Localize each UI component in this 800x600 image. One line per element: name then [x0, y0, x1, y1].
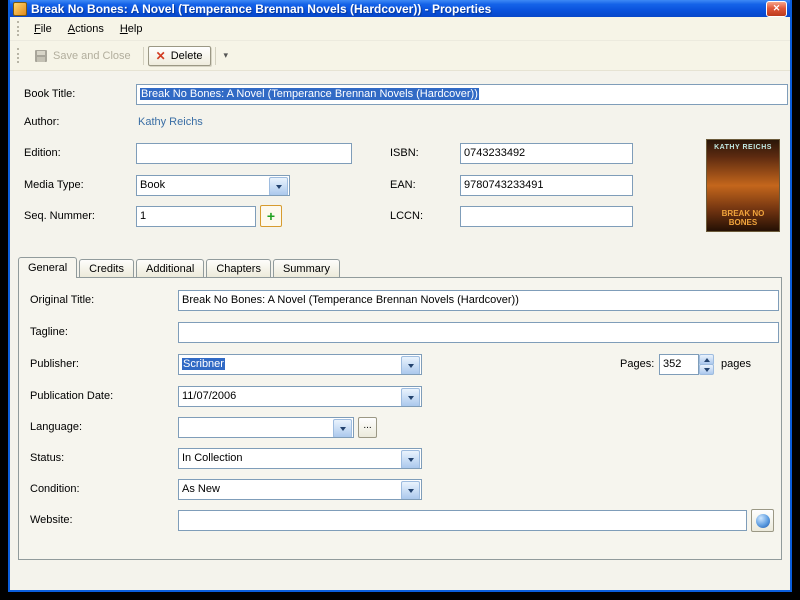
- seq-number-label: Seq. Nummer:: [24, 210, 95, 222]
- tab-additional[interactable]: Additional: [135, 259, 205, 278]
- app-icon: [13, 1, 27, 16]
- publication-date-label: Publication Date:: [30, 390, 114, 402]
- menu-actions[interactable]: Actions: [60, 20, 112, 38]
- author-label: Author:: [24, 116, 60, 128]
- book-title-selected-text: Break No Bones: A Novel (Temperance Bren…: [140, 88, 479, 100]
- isbn-label: ISBN:: [390, 147, 419, 159]
- publication-date-value: 11/07/2006: [182, 390, 237, 402]
- menubar: File Actions Help: [10, 17, 790, 41]
- book-title-label: Book Title:: [24, 88, 76, 100]
- chevron-down-icon[interactable]: [333, 419, 352, 437]
- media-type-value: Book: [140, 179, 166, 191]
- menu-help[interactable]: Help: [112, 20, 151, 38]
- publisher-selected-text: Scribner: [182, 358, 225, 370]
- toolbar-separator: [142, 46, 144, 65]
- seq-add-button[interactable]: +: [260, 205, 282, 227]
- website-label: Website:: [30, 514, 73, 526]
- publication-date-select[interactable]: 11/07/2006: [178, 386, 422, 407]
- pages-decrement-button[interactable]: [699, 364, 714, 375]
- cover-author-text: KATHY REICHS: [714, 144, 772, 151]
- isbn-input[interactable]: 0743233492: [460, 143, 633, 164]
- tagline-label: Tagline:: [30, 326, 68, 338]
- properties-window: Break No Bones: A Novel (Temperance Bren…: [8, 0, 792, 592]
- media-type-select[interactable]: Book: [136, 175, 290, 196]
- chevron-down-icon[interactable]: [401, 450, 420, 468]
- tab-strip: General Credits Additional Chapters Summ…: [18, 257, 342, 278]
- publisher-label: Publisher:: [30, 358, 79, 370]
- original-title-label: Original Title:: [30, 294, 95, 306]
- original-title-input[interactable]: Break No Bones: A Novel (Temperance Bren…: [178, 290, 779, 311]
- status-select[interactable]: In Collection: [178, 448, 422, 469]
- close-button[interactable]: ✕: [766, 0, 787, 17]
- seq-number-value: 1: [140, 210, 147, 222]
- tab-summary[interactable]: Summary: [272, 259, 341, 278]
- pages-label: Pages:: [620, 358, 655, 370]
- tab-credits[interactable]: Credits: [79, 259, 134, 278]
- chevron-down-icon[interactable]: [269, 177, 288, 195]
- language-label: Language:: [30, 421, 82, 433]
- save-and-close-label: Save and Close: [53, 49, 131, 62]
- pages-value: 352: [663, 358, 682, 370]
- book-cover[interactable]: KATHY REICHS BREAK NO BONES: [706, 139, 780, 232]
- media-type-label: Media Type:: [24, 179, 84, 191]
- delete-icon: ✕: [155, 48, 166, 63]
- author-link[interactable]: Kathy Reichs: [138, 116, 203, 128]
- pages-suffix-label: pages: [721, 358, 751, 370]
- edition-label: Edition:: [24, 147, 61, 159]
- status-label: Status:: [30, 452, 65, 464]
- condition-value: As New: [182, 483, 220, 495]
- pages-input[interactable]: 352: [659, 354, 699, 375]
- language-browse-button[interactable]: ...: [358, 417, 377, 438]
- ean-label: EAN:: [390, 179, 416, 191]
- status-value: In Collection: [182, 452, 243, 464]
- save-icon: [35, 49, 47, 62]
- chevron-down-icon[interactable]: [401, 481, 420, 499]
- ean-input[interactable]: 9780743233491: [460, 175, 633, 196]
- condition-select[interactable]: As New: [178, 479, 422, 500]
- website-go-button[interactable]: [751, 509, 774, 532]
- delete-button[interactable]: ✕ Delete: [147, 45, 211, 66]
- lccn-input[interactable]: [460, 206, 633, 227]
- tab-general[interactable]: General: [18, 257, 78, 278]
- globe-icon: [755, 513, 770, 528]
- chevron-down-icon[interactable]: [401, 356, 420, 374]
- website-input[interactable]: [178, 510, 747, 531]
- toolbar-separator-2: [214, 46, 216, 65]
- book-title-input[interactable]: Break No Bones: A Novel (Temperance Bren…: [136, 84, 788, 105]
- language-select[interactable]: [178, 417, 354, 438]
- titlebar: Break No Bones: A Novel (Temperance Bren…: [10, 0, 790, 17]
- menubar-grip[interactable]: [17, 21, 22, 36]
- general-tab-panel: Original Title: Break No Bones: A Novel …: [18, 277, 782, 560]
- add-icon: +: [266, 208, 276, 224]
- save-and-close-button[interactable]: Save and Close: [26, 45, 139, 67]
- menu-file[interactable]: File: [26, 20, 60, 38]
- toolbar-grip[interactable]: [17, 48, 22, 63]
- chevron-down-icon[interactable]: [401, 388, 420, 406]
- toolbar: Save and Close ✕ Delete ▾: [10, 41, 790, 71]
- tab-chapters[interactable]: Chapters: [206, 259, 271, 278]
- original-title-value: Break No Bones: A Novel (Temperance Bren…: [182, 294, 519, 306]
- ean-value: 9780743233491: [464, 179, 544, 191]
- window-title: Break No Bones: A Novel (Temperance Bren…: [31, 1, 492, 16]
- edition-input[interactable]: [136, 143, 352, 164]
- isbn-value: 0743233492: [464, 147, 526, 159]
- delete-label: Delete: [170, 49, 203, 62]
- condition-label: Condition:: [30, 483, 80, 495]
- cover-title-text: BREAK NO BONES: [721, 208, 765, 227]
- lccn-label: LCCN:: [390, 210, 424, 222]
- publisher-select[interactable]: Scribner: [178, 354, 422, 375]
- toolbar-overflow-button[interactable]: ▾: [220, 48, 233, 63]
- seq-number-input[interactable]: 1: [136, 206, 256, 227]
- tagline-input[interactable]: [178, 322, 779, 343]
